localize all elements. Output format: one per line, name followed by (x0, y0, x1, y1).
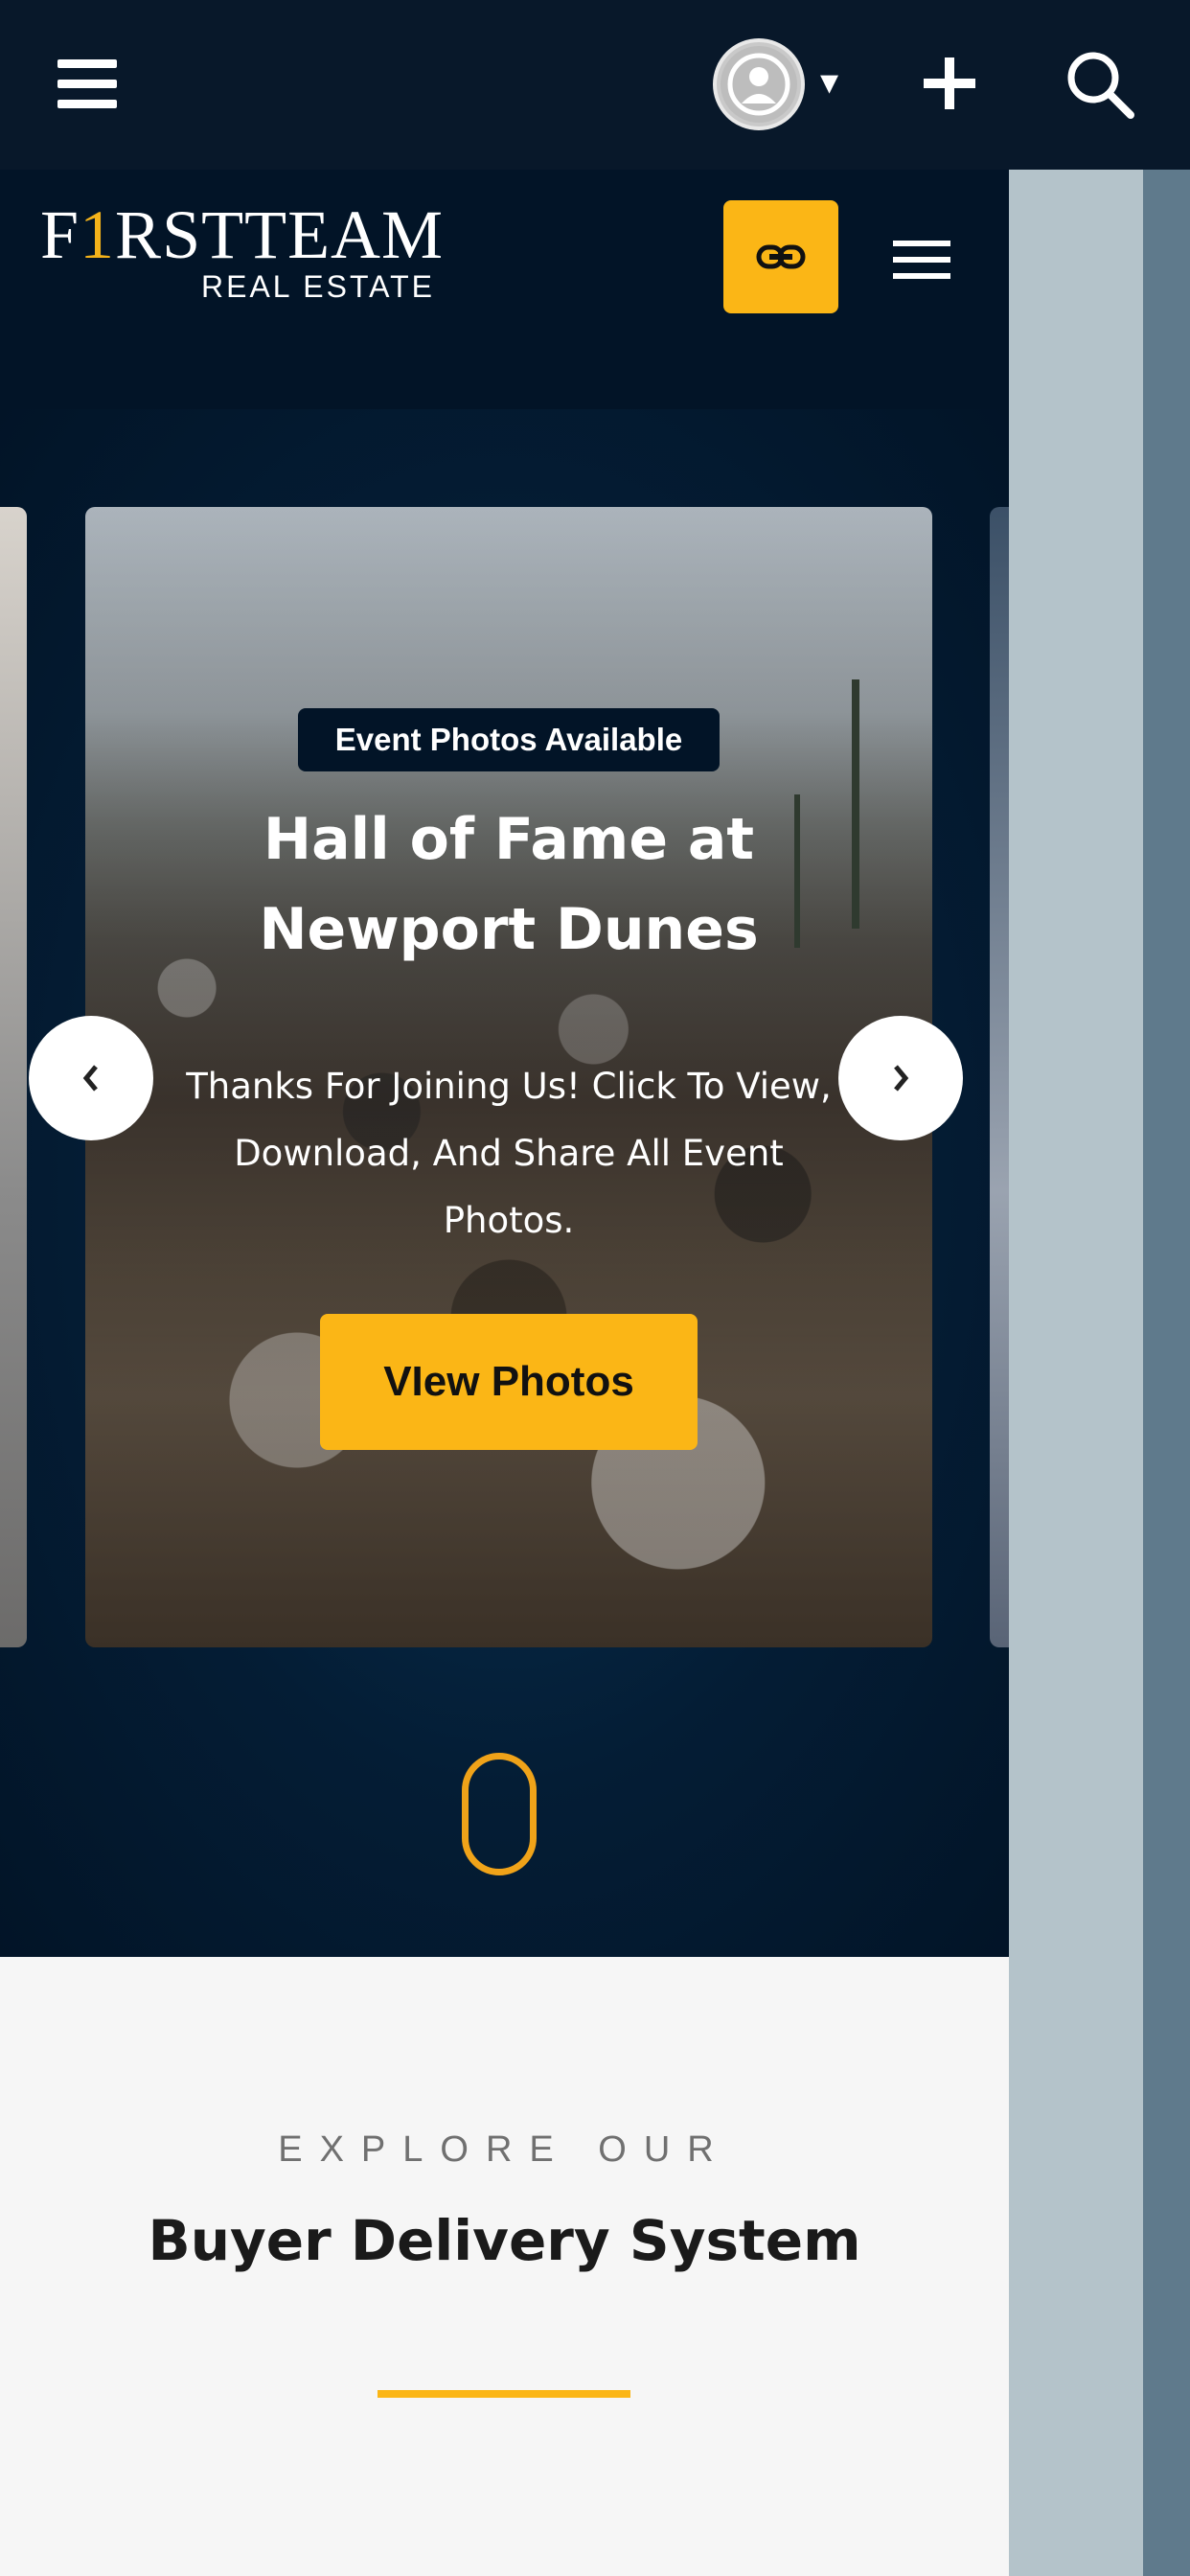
link-button[interactable] (723, 200, 838, 313)
logo-wordmark: F1RSTTEAM (40, 196, 445, 273)
search-icon[interactable] (1064, 48, 1136, 121)
previous-slide-peek[interactable] (0, 507, 27, 1647)
side-panel (1009, 170, 1143, 2576)
firstteam-logo[interactable]: F1RSTTEAM REAL ESTATE (40, 200, 443, 306)
slide-description: Thanks For Joining Us! Click To View, Do… (186, 1066, 832, 1241)
scroll-down-indicator[interactable] (462, 1753, 537, 1875)
chevron-right-icon (894, 1065, 909, 1092)
explore-section: EXPLORE OUR Buyer Delivery System (0, 1957, 1009, 2576)
section-divider (378, 2390, 630, 2398)
app-top-bar: ▾ (0, 0, 1190, 170)
explore-title: Buyer Delivery System (148, 2208, 861, 2273)
hamburger-icon[interactable] (57, 59, 117, 109)
logo-subtitle: REAL ESTATE (201, 269, 436, 304)
side-panel-edge (1143, 170, 1190, 2576)
carousel-next-button[interactable] (838, 1016, 963, 1140)
explore-kicker: EXPLORE OUR (278, 2129, 731, 2170)
chevron-down-icon[interactable]: ▾ (820, 63, 838, 100)
hero-carousel: Event Photos Available Hall of Fame at N… (0, 409, 1009, 1957)
site-menu-icon[interactable] (893, 241, 950, 285)
user-avatar-icon[interactable] (713, 38, 805, 130)
link-icon (756, 244, 806, 269)
chevron-left-icon (82, 1065, 98, 1092)
event-photos-badge: Event Photos Available (298, 708, 720, 771)
site-header: F1RSTTEAM REAL ESTATE (0, 170, 1009, 409)
plus-icon[interactable] (922, 56, 977, 111)
account-menu[interactable]: ▾ (713, 36, 857, 132)
slide-title: Hall of Fame at Newport Dunes (259, 806, 759, 963)
event-slide: Event Photos Available Hall of Fame at N… (85, 507, 932, 1647)
next-slide-peek[interactable] (990, 507, 1009, 1647)
view-photos-button[interactable]: VIew Photos (320, 1314, 698, 1450)
carousel-prev-button[interactable] (29, 1016, 153, 1140)
